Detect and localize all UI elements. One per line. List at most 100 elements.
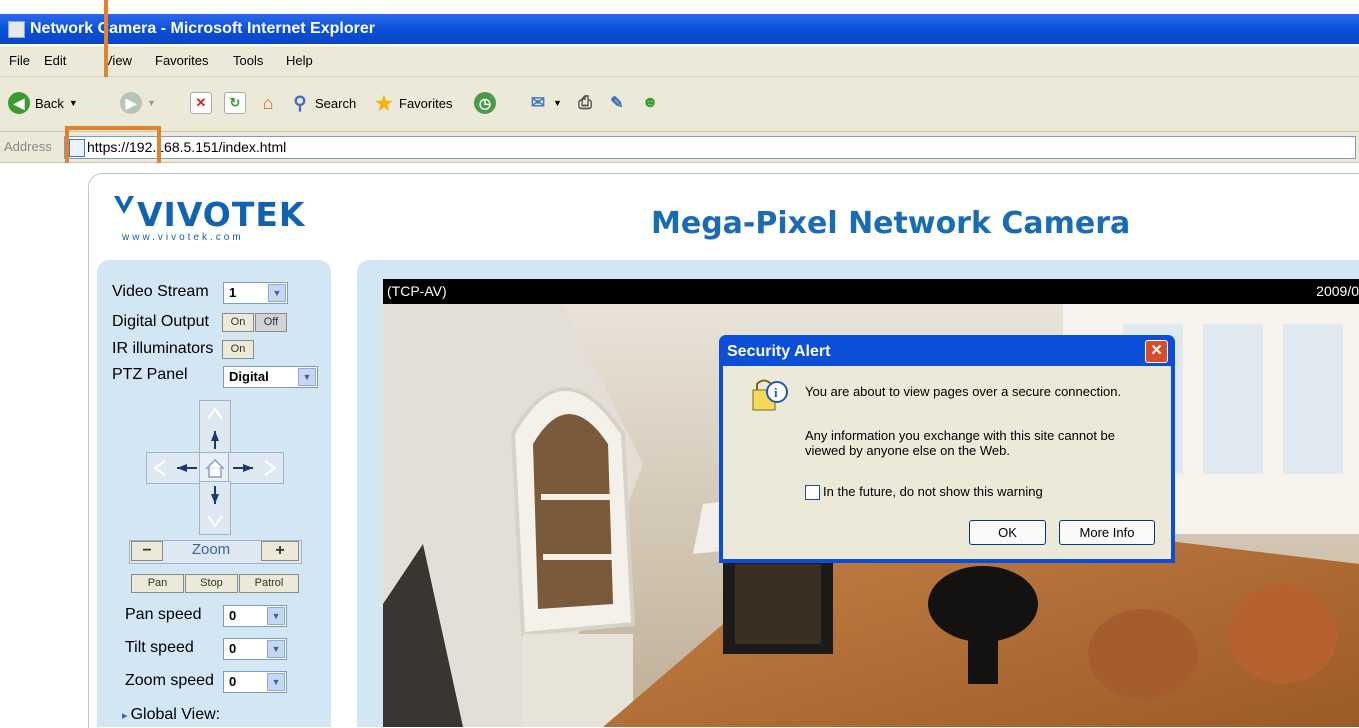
back-arrow-icon: ◀ [8,92,30,114]
lock-info-icon: i [752,379,788,411]
stop-icon: ✕ [190,92,212,114]
favorites-button[interactable]: ★ Favorites [374,90,452,116]
stop-button[interactable]: ✕ [190,90,212,116]
menu-help[interactable]: Help [286,53,313,68]
ok-button[interactable]: OK [969,520,1046,545]
global-view-link[interactable]: ▸ Global View: [122,706,220,724]
dialog-close-button[interactable]: ✕ [1145,340,1168,363]
window-title: Network Camera - Microsoft Internet Expl… [30,20,375,37]
dialog-body: i You are about to view pages over a sec… [723,366,1171,559]
video-status-bar: (TCP-AV) 2009/0 [383,279,1359,304]
chevron-down-icon: ▼ [268,284,286,302]
refresh-icon: ↻ [224,92,246,114]
address-label: Address [4,139,52,154]
chevron-down-icon: ▼ [267,673,285,691]
pan-button[interactable]: Pan [131,574,184,593]
pan-right-button[interactable] [228,452,284,484]
video-protocol: (TCP-AV) [387,283,447,299]
messenger-icon: ☻ [641,94,659,111]
video-timestamp: 2009/0 [1316,283,1359,299]
edit-icon: ✎ [610,95,624,112]
zoom-speed-value: 0 [229,674,237,689]
digital-output-on-button[interactable]: On [222,313,254,332]
forward-dropdown-icon: ▼ [147,98,156,108]
tilt-speed-value: 0 [229,641,237,656]
pan-left-button[interactable] [146,452,202,484]
favorites-label: Favorites [399,95,453,111]
print-button[interactable]: ⎙ [575,90,595,116]
history-icon: ◷ [474,92,496,114]
chevron-down-icon: ▼ [298,368,316,386]
patrol-button[interactable]: Patrol [239,574,299,593]
menu-view[interactable]: View [104,53,132,68]
arrow-up-icon [207,407,223,449]
tilt-up-button[interactable] [199,400,231,454]
chevron-down-icon: ▼ [267,640,285,658]
dialog-message-2: Any information you exchange with this s… [805,428,1116,443]
menu-edit[interactable]: Edit [44,53,66,68]
home-icon: ⌂ [262,92,274,113]
ir-illuminators-label: IR illuminators [112,340,214,357]
svg-text:i: i [774,385,778,400]
security-alert-dialog: Security Alert ✕ i You are about to view… [719,335,1175,563]
menu-tools[interactable]: Tools [233,53,263,68]
dialog-message-3: viewed by anyone else on the Web. [805,443,1011,458]
tilt-speed-label: Tilt speed [125,639,194,656]
home-icon [205,458,225,478]
zoom-in-button[interactable]: + [261,541,299,561]
more-info-button[interactable]: More Info [1059,520,1155,545]
ptz-panel-select[interactable]: Digital ▼ [223,366,318,388]
print-icon: ⎙ [578,93,592,112]
mail-button[interactable]: ✉ ▼ [528,90,562,116]
refresh-button[interactable]: ↻ [224,90,246,116]
favorites-star-icon: ★ [375,92,393,115]
expand-arrow-icon: ▸ [122,710,131,722]
mail-icon: ✉ [530,93,546,112]
stop-button-ptz[interactable]: Stop [185,574,238,593]
pan-speed-label: Pan speed [125,606,202,623]
arrow-left-icon [153,460,197,476]
vivotek-url: www.vivotek.com [122,232,244,243]
tilt-speed-select[interactable]: 0 ▼ [223,638,287,660]
pan-speed-value: 0 [229,608,237,623]
zoom-speed-select[interactable]: 0 ▼ [223,671,287,693]
search-icon: ⚲ [293,92,307,113]
page-title: Mega-Pixel Network Camera [651,206,1131,241]
video-stream-select[interactable]: 1 ▼ [223,282,288,304]
menu-favorites[interactable]: Favorites [155,53,208,68]
ptz-panel-label: PTZ Panel [112,366,188,383]
home-button[interactable]: ⌂ [258,90,278,116]
address-input[interactable]: https://192.168.5.151/index.html [64,136,1356,159]
vivotek-logo-icon [114,196,134,214]
menu-file[interactable]: File [9,53,30,68]
forward-button[interactable]: ▶ ▼ [120,90,156,116]
global-view-label: Global View: [130,706,221,723]
zoom-out-button[interactable]: − [131,541,163,561]
dont-show-label: In the future, do not show this warning [823,484,1043,499]
forward-arrow-icon: ▶ [120,92,142,114]
messenger-button[interactable]: ☻ [640,90,660,116]
edit-button[interactable]: ✎ [607,90,627,116]
ptz-home-button[interactable] [199,452,231,484]
chevron-down-icon: ▼ [267,607,285,625]
tilt-down-button[interactable] [199,481,231,535]
back-dropdown-icon: ▼ [68,98,78,108]
video-stream-value: 1 [229,285,237,300]
pan-speed-select[interactable]: 0 ▼ [223,605,287,627]
history-button[interactable]: ◷ [474,90,496,116]
vivotek-logo: VIVOTEK [137,195,306,234]
digital-output-off-button[interactable]: Off [255,313,287,332]
dont-show-checkbox[interactable] [805,485,820,500]
arrow-right-icon [233,460,277,476]
menu-bar: File Edit View Favorites Tools Help [0,46,1359,77]
ir-on-button[interactable]: On [222,340,254,359]
address-bar: Address https://192.168.5.151/index.html [0,132,1359,163]
search-button[interactable]: ⚲ Search [290,90,356,116]
zoom-speed-label: Zoom speed [125,672,214,689]
zoom-label: Zoom [191,541,231,558]
browser-toolbar: ◀ Back ▼ ▶ ▼ ✕ ↻ ⌂ ⚲ Search ★ Favorites … [0,77,1359,132]
digital-output-label: Digital Output [112,313,209,330]
back-button[interactable]: ◀ Back ▼ [8,90,78,116]
ptz-panel-value: Digital [229,369,269,384]
arrow-down-icon [207,486,223,528]
